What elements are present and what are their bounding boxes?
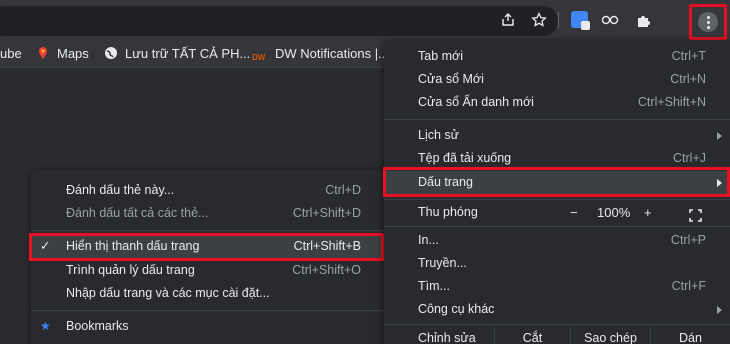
reader-icon[interactable] — [599, 9, 621, 31]
menu-divider — [31, 230, 385, 231]
menu-item-bookmarks-folder[interactable]: ★ Bookmarks — [31, 315, 385, 338]
menu-item-edit: Chỉnh sửa Cắt Sao chép Dán — [384, 327, 730, 344]
globe-icon — [104, 46, 118, 60]
share-icon[interactable] — [497, 9, 519, 31]
zoom-in-button[interactable]: + — [644, 201, 652, 224]
bookmark-maps[interactable]: Maps — [36, 46, 89, 61]
menu-item-zoom: Thu phóng − 100% + — [384, 201, 730, 224]
menu-item-bookmark-all-tabs[interactable]: Đánh dấu tất cả các thẻ... Ctrl+Shift+D — [31, 202, 385, 225]
more-vert-button[interactable] — [689, 4, 727, 40]
paste-button[interactable]: Dán — [650, 327, 730, 344]
menu-item-bookmark-this-tab[interactable]: Đánh dấu thẻ này... Ctrl+D — [31, 179, 385, 202]
menu-item-find[interactable]: Tìm... Ctrl+F — [384, 275, 730, 298]
chevron-right-icon — [717, 132, 722, 140]
address-bar[interactable] — [0, 6, 558, 36]
highlight-show-bookmarks-bar — [29, 233, 384, 261]
extensions-icon[interactable] — [633, 9, 655, 31]
browser-toolbar — [0, 0, 730, 40]
menu-divider — [384, 226, 730, 227]
chevron-right-icon — [717, 306, 722, 314]
menu-item-import-bookmarks[interactable]: Nhập dấu trang và các mục cài đặt... — [31, 282, 385, 305]
menu-item-new-tab[interactable]: Tab mới Ctrl+T — [384, 45, 730, 68]
star-icon[interactable] — [528, 9, 550, 31]
cut-button[interactable]: Cắt — [494, 327, 570, 344]
google-translate-icon[interactable] — [571, 11, 590, 30]
menu-item-cast[interactable]: Truyền... — [384, 252, 730, 275]
maps-pin-icon — [36, 46, 50, 60]
browser-window: ube Maps Lưu trữ TẤT CẢ PH... DW DW Notif… — [0, 0, 730, 344]
highlight-bookmarks-item — [383, 167, 730, 197]
menu-item-new-incognito-window[interactable]: Cửa sổ Ẩn danh mới Ctrl+Shift+N — [384, 91, 730, 114]
menu-item-new-window[interactable]: Cửa sổ Mới Ctrl+N — [384, 68, 730, 91]
bookmark-dw-notifications[interactable]: DW DW Notifications |... — [252, 46, 389, 65]
menu-divider — [384, 119, 730, 120]
menu-item-more-tools[interactable]: Công cụ khác — [384, 298, 730, 321]
menu-divider — [31, 310, 385, 311]
more-vert-icon — [698, 12, 718, 32]
bookmark-star-icon: ★ — [40, 319, 51, 333]
menu-divider — [384, 324, 730, 325]
zoom-level: 100% — [597, 205, 631, 220]
bookmark-luu-tru[interactable]: Lưu trữ TẤT CẢ PH... — [104, 46, 250, 61]
toolbar-divider — [558, 12, 559, 28]
zoom-out-button[interactable]: − — [570, 201, 578, 224]
bookmark-youtube[interactable]: ube — [0, 46, 22, 61]
copy-button[interactable]: Sao chép — [570, 327, 650, 344]
menu-divider — [384, 199, 730, 200]
menu-item-bookmark-manager[interactable]: Trình quản lý dấu trang Ctrl+Shift+O — [31, 259, 385, 282]
dw-icon: DW — [252, 53, 266, 62]
menu-item-history[interactable]: Lịch sử — [384, 124, 730, 147]
menu-item-print[interactable]: In... Ctrl+P — [384, 229, 730, 252]
